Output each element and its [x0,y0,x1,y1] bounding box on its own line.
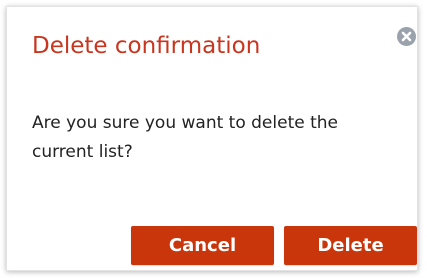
close-icon[interactable] [397,27,416,46]
dialog-title: Delete confirmation [32,33,261,59]
close-x-glyph [401,31,412,42]
cancel-button[interactable]: Cancel [131,226,274,265]
delete-button[interactable]: Delete [284,226,417,265]
dialog-message: Are you sure you want to delete the curr… [32,113,338,162]
